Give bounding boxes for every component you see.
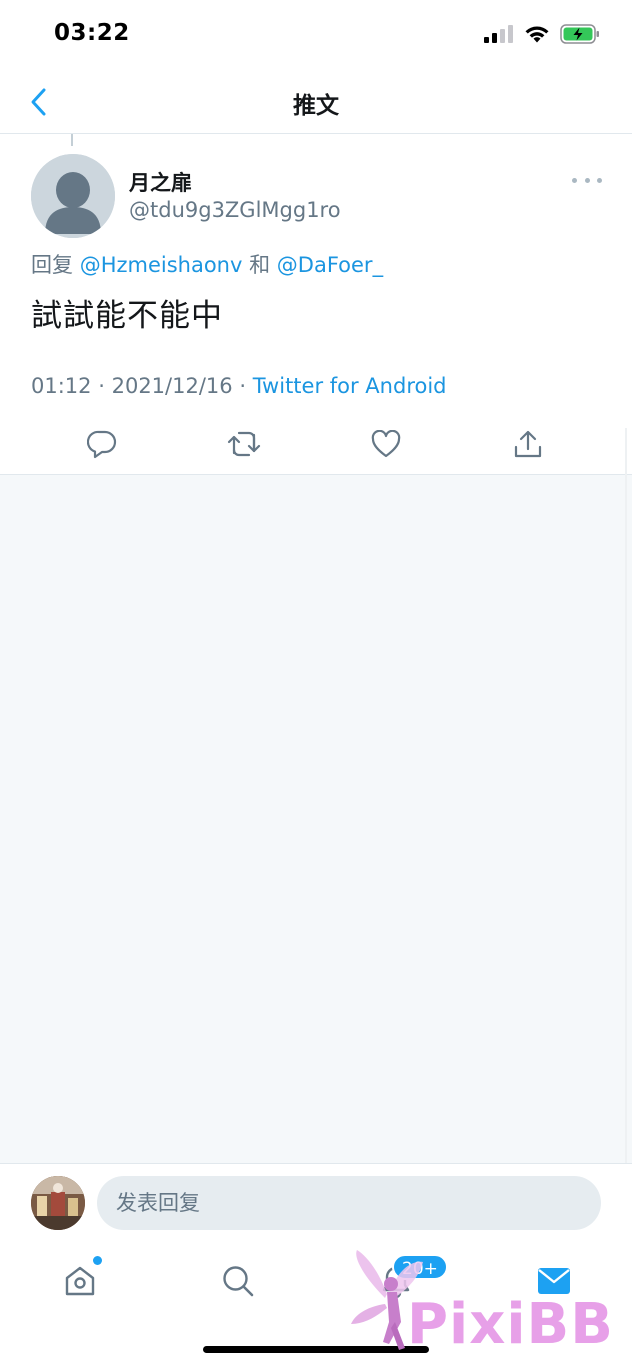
reply-button[interactable]: [82, 424, 122, 464]
more-dot: [597, 177, 602, 183]
home-new-dot: [93, 1256, 102, 1265]
messages-icon: [538, 1268, 570, 1294]
reply-prefix: 回复: [31, 253, 73, 277]
tweet-source-link[interactable]: Twitter for Android: [253, 374, 447, 398]
reply-composer: [0, 1163, 632, 1241]
tab-home[interactable]: [56, 1256, 104, 1303]
page-title: 推文: [293, 93, 339, 119]
reply-joiner: 和: [249, 253, 271, 277]
tab-search[interactable]: [214, 1259, 262, 1303]
status-icons: [484, 24, 600, 44]
home-indicator[interactable]: [203, 1346, 429, 1353]
more-options-button[interactable]: [572, 170, 602, 190]
replying-to: 回复 @Hzmeishaonv 和 @DaFoer_: [31, 249, 383, 279]
tweet-date: 2021/12/16: [111, 374, 233, 398]
tweet-time: 01:12: [31, 374, 92, 398]
meta-separator: ·: [239, 374, 247, 398]
status-time: 03:22: [54, 20, 130, 46]
status-bar: 03:22: [0, 0, 632, 70]
share-button[interactable]: [508, 424, 548, 464]
navbar: 推文: [0, 70, 632, 134]
signal-icon: [484, 25, 513, 43]
current-user-avatar[interactable]: [31, 1176, 85, 1230]
user-photo-icon: [31, 1176, 85, 1230]
tweet-text: 試試能不能中: [31, 298, 223, 334]
tweet-actions: [0, 424, 632, 464]
like-icon: [371, 430, 401, 458]
home-icon: [65, 1266, 95, 1296]
wifi-icon: [525, 26, 549, 42]
author-handle: @tdu9g3ZGlMgg1ro: [129, 198, 341, 222]
retweet-button[interactable]: [224, 424, 264, 464]
retweet-icon: [227, 431, 261, 457]
reply-input[interactable]: [97, 1176, 601, 1230]
meta-separator: ·: [98, 374, 105, 398]
notifications-badge: 20+: [392, 1254, 448, 1280]
tab-bar: 20+: [0, 1241, 632, 1368]
more-dot: [584, 177, 590, 183]
empty-replies-area: [0, 475, 632, 1163]
share-icon: [514, 430, 542, 458]
battery-charging-icon: [560, 24, 599, 44]
more-dot: [572, 177, 577, 183]
author-display-name[interactable]: 月之扉: [129, 167, 192, 197]
tweet-meta: 01:12 · 2021/12/16 · Twitter for Android: [31, 374, 447, 398]
like-button[interactable]: [366, 424, 406, 464]
tab-messages[interactable]: [530, 1259, 578, 1303]
mention-link[interactable]: @Hzmeishaonv: [80, 253, 243, 277]
tweet-detail: 月之扉 @tdu9g3ZGlMgg1ro 回复 @Hzmeishaonv 和 @…: [0, 134, 632, 475]
search-icon: [223, 1266, 254, 1297]
mention-link[interactable]: @DaFoer_: [277, 253, 383, 277]
author-avatar[interactable]: [31, 154, 115, 238]
reply-icon: [87, 430, 117, 459]
default-avatar-icon: [31, 154, 115, 238]
scrollbar[interactable]: [625, 428, 627, 1164]
